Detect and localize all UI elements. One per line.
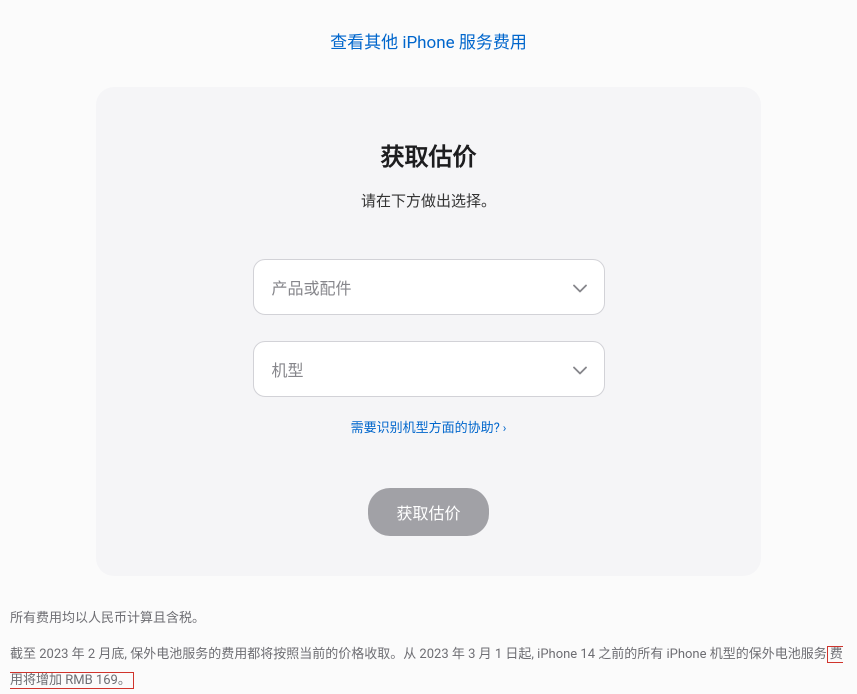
product-select-wrap: 产品或配件 bbox=[253, 259, 605, 315]
other-service-link[interactable]: 查看其他 iPhone 服务费用 bbox=[330, 33, 527, 53]
model-select[interactable]: 机型 bbox=[253, 341, 605, 397]
get-estimate-button[interactable]: 获取估价 bbox=[368, 488, 488, 536]
model-select-placeholder: 机型 bbox=[272, 357, 304, 381]
identify-model-help-link[interactable]: 需要识别机型方面的协助?› bbox=[351, 421, 507, 436]
chevron-right-icon: › bbox=[503, 421, 507, 435]
help-link-container: 需要识别机型方面的协助?› bbox=[156, 417, 701, 436]
footer-note-1: 所有费用均以人民币计算且含税。 bbox=[10, 606, 847, 632]
model-select-wrap: 机型 bbox=[253, 341, 605, 397]
estimate-card: 获取估价 请在下方做出选择。 产品或配件 机型 需要识别机型方面的协助?› 获取… bbox=[96, 87, 761, 576]
product-select[interactable]: 产品或配件 bbox=[253, 259, 605, 315]
footer-note-2: 截至 2023 年 2 月底, 保外电池服务的费用都将按照当前的价格收取。从 2… bbox=[10, 642, 847, 694]
footer-notes: 所有费用均以人民币计算且含税。 截至 2023 年 2 月底, 保外电池服务的费… bbox=[0, 606, 857, 694]
card-title: 获取估价 bbox=[156, 137, 701, 172]
card-subtitle: 请在下方做出选择。 bbox=[156, 190, 701, 211]
footer-note-2-text: 截至 2023 年 2 月底, 保外电池服务的费用都将按照当前的价格收取。从 2… bbox=[10, 647, 827, 662]
product-select-placeholder: 产品或配件 bbox=[272, 275, 352, 299]
help-link-label: 需要识别机型方面的协助? bbox=[351, 421, 500, 436]
top-link-container: 查看其他 iPhone 服务费用 bbox=[0, 0, 857, 73]
